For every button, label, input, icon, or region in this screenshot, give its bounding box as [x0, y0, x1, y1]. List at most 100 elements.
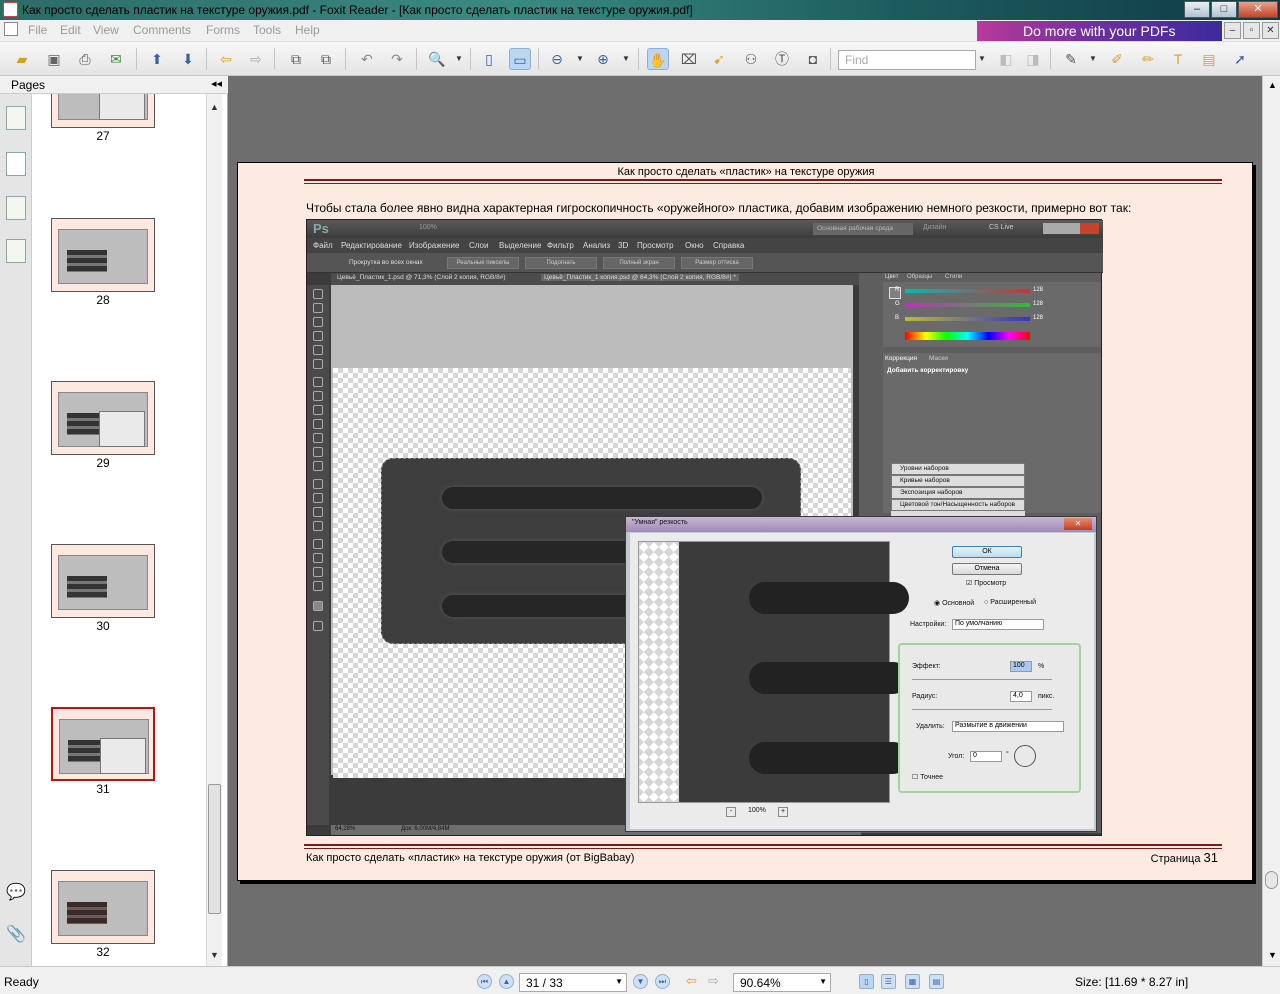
scroll-down-icon[interactable]: ▼: [210, 950, 219, 960]
toolbar: ▰ ▣ ⎙ ✉ ⬆ ⬇ ⇦ ⇨ ⧉ ⧉ ↶ ↷ 🔍 ▼ ▯ ▭ ⊖ ▼ ⊕ ▼ …: [0, 42, 1280, 76]
facing-icon[interactable]: ▦: [905, 974, 920, 989]
back-icon[interactable]: ⇦: [215, 48, 237, 70]
open-icon[interactable]: ▰: [11, 48, 33, 70]
scroll-up-icon[interactable]: ▲: [1268, 80, 1277, 90]
doc-minimize-button[interactable]: –: [1224, 22, 1241, 39]
page-number-input[interactable]: 31 / 33 ▼: [519, 973, 627, 992]
forward-icon[interactable]: ⇨: [245, 48, 267, 70]
page-thumbnail-selected[interactable]: [51, 707, 155, 781]
doc-close-button[interactable]: ✕: [1262, 22, 1279, 39]
note-icon[interactable]: ▤: [1198, 48, 1220, 70]
redo-icon[interactable]: ↷: [386, 48, 408, 70]
page-body-text: Чтобы стала более явно видна характерная…: [306, 201, 1132, 215]
find-next-icon[interactable]: ◨: [1022, 48, 1044, 70]
ps-logo: Ps: [313, 221, 329, 236]
comments-tab-icon[interactable]: 💬: [6, 882, 26, 906]
close-button[interactable]: ✕: [1238, 1, 1278, 18]
continuous-facing-icon[interactable]: ▤: [929, 974, 944, 989]
last-page-icon[interactable]: ⏭: [655, 974, 670, 989]
menu-help[interactable]: Help: [295, 23, 320, 37]
doc-restore-button[interactable]: ▫: [1243, 22, 1260, 39]
chevron-down-icon[interactable]: ▼: [574, 48, 586, 70]
scroll-thumb[interactable]: [1265, 871, 1278, 889]
select-annotation-icon[interactable]: ➹: [708, 48, 730, 70]
find-input[interactable]: Find: [838, 50, 976, 70]
fit-page-icon[interactable]: ▯: [478, 48, 500, 70]
insert-pages-icon[interactable]: ⧉: [315, 48, 337, 70]
layers-tab-icon[interactable]: [6, 196, 26, 220]
find-binoculars-icon[interactable]: ⚇: [740, 48, 762, 70]
textbox-icon[interactable]: T: [1167, 48, 1189, 70]
next-page-icon[interactable]: ⬇: [177, 48, 199, 70]
menu-file[interactable]: File: [28, 23, 47, 37]
pages-panel-header: Pages ◂◂: [0, 76, 228, 94]
zoom-in-tool-icon[interactable]: 🔍: [426, 48, 448, 70]
maximize-button[interactable]: □: [1211, 1, 1237, 18]
undo-icon[interactable]: ↶: [356, 48, 378, 70]
find-prev-icon[interactable]: ◧: [995, 48, 1017, 70]
chevron-down-icon[interactable]: ▼: [1087, 48, 1099, 70]
back-view-icon[interactable]: ⇦: [684, 974, 699, 989]
hand-tool-icon[interactable]: ✋: [647, 48, 669, 70]
title-bar: Как просто сделать пластик на текстуре о…: [0, 0, 1280, 20]
first-page-icon[interactable]: ⏮: [477, 974, 492, 989]
highlight-icon[interactable]: ✐: [1106, 48, 1128, 70]
navigation-tabs: 💬 📎: [0, 94, 32, 966]
minimize-button[interactable]: –: [1184, 1, 1210, 18]
single-page-icon[interactable]: ▯: [859, 974, 874, 989]
pdf-page: Как просто сделать «пластик» на текстуре…: [237, 162, 1253, 881]
continuous-icon[interactable]: ☰: [881, 974, 896, 989]
page-size: Size: [11.69 * 8.27 in]: [1075, 975, 1189, 989]
prev-page-icon[interactable]: ⬆: [146, 48, 168, 70]
menu-view[interactable]: View: [93, 23, 119, 37]
snapshot-icon[interactable]: ◘: [802, 48, 824, 70]
typewriter-icon[interactable]: Ⓣ: [771, 48, 793, 70]
scroll-down-icon[interactable]: ▼: [1268, 950, 1277, 960]
bookmarks-tab-icon[interactable]: [6, 106, 26, 130]
scroll-up-icon[interactable]: ▲: [210, 102, 219, 112]
document-view[interactable]: Как просто сделать «пластик» на текстуре…: [229, 76, 1262, 966]
ps-menu-item: Изображение: [409, 241, 460, 250]
page-thumbnail[interactable]: [51, 381, 155, 455]
collapse-panel-icon[interactable]: ◂◂: [211, 77, 222, 90]
forward-view-icon[interactable]: ⇨: [706, 974, 721, 989]
zoom-input[interactable]: 90.64% ▼: [733, 973, 831, 992]
document-scrollbar[interactable]: ▲ ▼: [1262, 76, 1280, 966]
print-icon[interactable]: ⎙: [74, 48, 96, 70]
scroll-thumb[interactable]: [208, 784, 221, 914]
prev-page-status-icon[interactable]: ▲: [499, 974, 514, 989]
email-icon[interactable]: ✉: [105, 48, 127, 70]
foxit-app-icon[interactable]: [3, 2, 18, 17]
fit-width-icon[interactable]: ▭: [509, 48, 531, 70]
paperclip-icon[interactable]: 📎: [6, 924, 26, 948]
page-thumbnail[interactable]: [51, 218, 155, 292]
select-text-icon[interactable]: ⌧: [678, 48, 700, 70]
menu-edit[interactable]: Edit: [60, 23, 81, 37]
page-thumbnail[interactable]: [51, 94, 155, 128]
doc-icon[interactable]: [4, 22, 18, 36]
menu-comments[interactable]: Comments: [133, 23, 191, 37]
page-thumbnail[interactable]: [51, 870, 155, 944]
arrow-tool-icon[interactable]: ➚: [1229, 48, 1251, 70]
comment-tool-icon[interactable]: ✎: [1060, 48, 1082, 70]
attachments-tab-icon[interactable]: [6, 239, 26, 263]
zoom-in-icon[interactable]: ⊕: [592, 48, 614, 70]
dialog-ok-button: ОК: [952, 546, 1022, 558]
dialog-preview: [638, 541, 909, 803]
page-thumbnail[interactable]: [51, 544, 155, 618]
pencil-icon[interactable]: ✏: [1137, 48, 1159, 70]
next-page-status-icon[interactable]: ▼: [633, 974, 648, 989]
extract-pages-icon[interactable]: ⧉: [285, 48, 307, 70]
menu-forms[interactable]: Forms: [206, 23, 240, 37]
page-header: Как просто сделать «пластик» на текстуре…: [617, 166, 875, 178]
thumbnail-scrollbar[interactable]: ▲ ▼: [206, 94, 222, 966]
pages-tab-icon[interactable]: [6, 152, 26, 176]
chevron-down-icon[interactable]: ▼: [976, 48, 988, 70]
menu-tools[interactable]: Tools: [253, 23, 281, 37]
promo-banner[interactable]: Do more with your PDFs: [977, 21, 1222, 41]
zoom-out-icon[interactable]: ⊖: [546, 48, 568, 70]
save-icon[interactable]: ▣: [43, 48, 65, 70]
chevron-down-icon[interactable]: ▼: [453, 48, 465, 70]
chevron-down-icon[interactable]: ▼: [620, 48, 632, 70]
ps-design: Дизайн: [923, 224, 947, 231]
